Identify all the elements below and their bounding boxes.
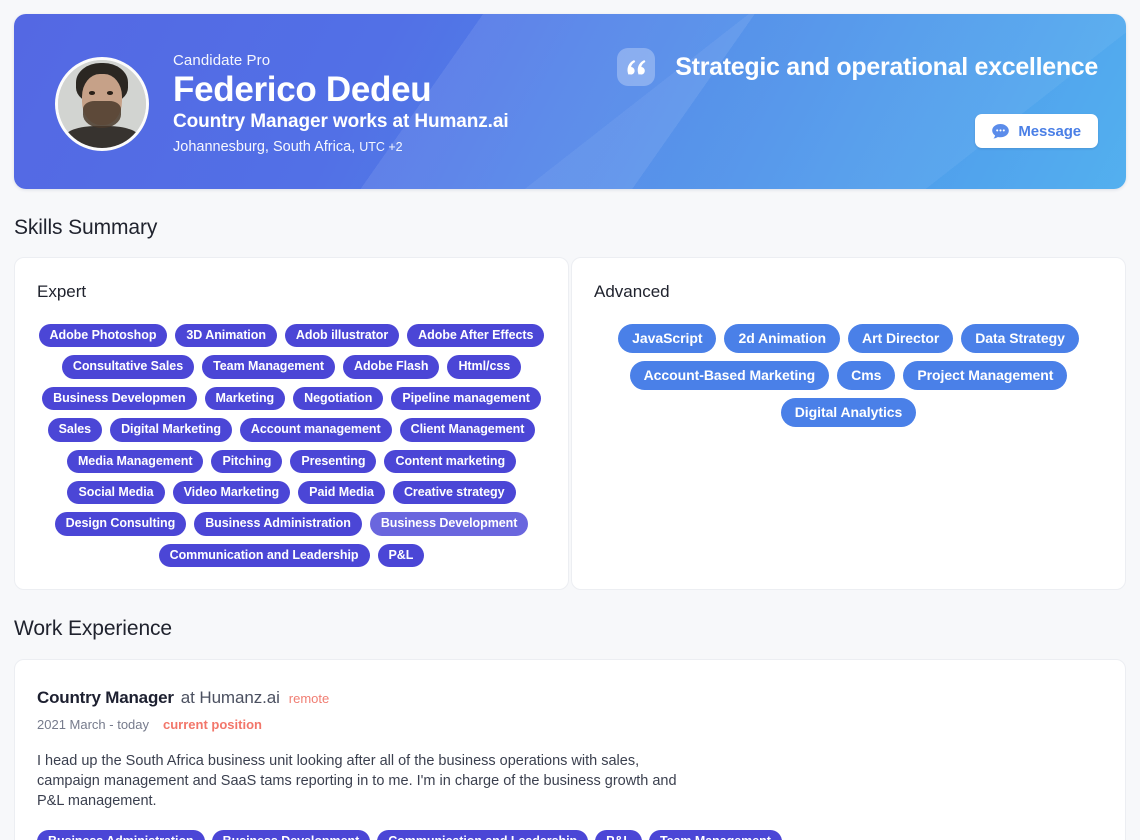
skill-tag[interactable]: Creative strategy [392, 480, 516, 505]
candidate-identity: Candidate Pro Federico Dedeu Country Man… [55, 14, 509, 189]
work-experience-card: Country Manager at Humanz.ai remote 2021… [14, 659, 1126, 840]
skill-tag[interactable]: Cms [837, 361, 896, 391]
skill-tag[interactable]: Media Management [66, 449, 204, 473]
job-description: I head up the South Africa business unit… [37, 753, 677, 809]
skill-tag[interactable]: Business Developmen [42, 386, 197, 411]
candidate-name: Federico Dedeu [173, 69, 432, 109]
job-company: at Humanz.ai [180, 688, 280, 707]
job-dates: 2021 March - today [37, 717, 150, 732]
skill-tag[interactable]: Communication and Leadership [377, 830, 589, 840]
skills-group-label-advanced: Advanced [594, 282, 670, 301]
skill-tag[interactable]: Marketing [204, 386, 286, 411]
skill-tag[interactable]: Business Development [369, 512, 529, 536]
skill-tag[interactable]: 3D Animation [175, 324, 277, 348]
skill-tag[interactable]: 2d Animation [724, 324, 841, 354]
skill-tag[interactable]: Business Administration [194, 512, 362, 536]
job-role: Country Manager [37, 688, 174, 707]
skill-tag[interactable]: Html/css [447, 355, 522, 379]
skill-tag[interactable]: Social Media [67, 480, 165, 505]
message-button-label: Message [1018, 122, 1081, 140]
skill-tag[interactable]: Consultative Sales [61, 355, 195, 379]
profile-banner: Candidate Pro Federico Dedeu Country Man… [14, 14, 1126, 189]
skill-tag[interactable]: Account-Based Marketing [629, 361, 830, 391]
job-meta-row: 2021 March - today current position [37, 717, 1103, 732]
skill-tag[interactable]: Business Development [211, 830, 371, 840]
skill-tag[interactable]: Design Consulting [54, 512, 187, 536]
skill-tag[interactable]: Adobe Photoshop [38, 324, 168, 348]
skill-tag[interactable]: Adob illustrator [284, 324, 400, 348]
skill-tag[interactable]: Digital Analytics [780, 398, 917, 428]
job-remote-badge: remote [288, 691, 330, 706]
skill-tag[interactable]: Team Management [648, 830, 782, 840]
skill-tag[interactable]: Team Management [202, 355, 335, 379]
job-title-row: Country Manager at Humanz.ai remote [37, 688, 1103, 708]
skill-tag[interactable]: Negotiation [293, 386, 384, 411]
skill-tag[interactable]: Project Management [903, 361, 1068, 391]
skill-tag[interactable]: Digital Marketing [110, 418, 232, 442]
skills-card-expert: Expert Adobe Photoshop 3D Animation Adob i… [14, 257, 569, 590]
quote-icon [617, 48, 656, 86]
skill-tag[interactable]: Communication and Leadership [158, 543, 370, 567]
skill-tag[interactable]: Business Administration [37, 830, 205, 840]
location-text: Johannesburg, South Africa, [173, 139, 360, 156]
skill-tag[interactable]: Video Marketing [172, 480, 291, 505]
skill-tag[interactable]: Pitching [211, 449, 283, 473]
skill-tag[interactable]: Pipeline management [391, 386, 541, 411]
skills-cards-row: Expert Adobe Photoshop 3D Animation Adob i… [14, 257, 1126, 590]
candidate-role-line: Country Manager works at Humanz.ai [173, 111, 509, 133]
skill-tag[interactable]: Adobe Flash [342, 355, 440, 379]
skill-tag[interactable]: P&L [595, 830, 642, 840]
skills-group-label-expert: Expert [37, 282, 87, 301]
skill-tag[interactable]: Paid Media [298, 480, 385, 505]
job-tag-list: Business Administration Business Developm… [37, 830, 1103, 840]
work-experience-item: Country Manager at Humanz.ai remote 2021… [37, 688, 1103, 840]
avatar-photo [58, 59, 146, 148]
skill-tag[interactable]: Sales [47, 418, 103, 442]
skill-tag[interactable]: Content marketing [384, 449, 517, 473]
skill-tag[interactable]: Account management [239, 418, 392, 442]
candidate-location: Johannesburg, South Africa, UTC +2 [173, 139, 509, 155]
skill-tag-list-advanced: JavaScript 2d Animation Art Director Data S… [594, 324, 1103, 428]
candidate-type-label: Candidate Pro [173, 51, 271, 69]
skill-tag[interactable]: Data Strategy [961, 324, 1079, 354]
skill-tag[interactable]: Presenting [290, 449, 377, 473]
skill-tag-list-expert: Adobe Photoshop 3D Animation Adob illustra… [37, 324, 546, 567]
skill-tag[interactable]: Art Director [848, 324, 954, 354]
timezone-text: UTC +2 [359, 140, 403, 155]
message-button[interactable]: Message [975, 114, 1098, 148]
skills-card-advanced: Advanced JavaScript 2d Animation Art Direc… [571, 257, 1126, 590]
job-current-position-badge: current position [163, 717, 262, 732]
chat-bubble-icon [992, 123, 1010, 139]
skill-tag[interactable]: P&L [377, 543, 425, 567]
skill-tag[interactable]: Client Management [399, 418, 536, 442]
skills-summary-title: Skills Summary [14, 216, 158, 239]
work-experience-title: Work Experience [14, 617, 173, 640]
skill-tag[interactable]: JavaScript [618, 324, 717, 354]
tagline-row: Strategic and operational excellence [617, 48, 1098, 86]
candidate-tagline: Strategic and operational excellence [675, 52, 1098, 81]
profile-page: Candidate Pro Federico Dedeu Country Man… [0, 0, 1140, 840]
avatar[interactable] [55, 56, 149, 151]
skill-tag[interactable]: Adobe After Effects [407, 324, 545, 348]
